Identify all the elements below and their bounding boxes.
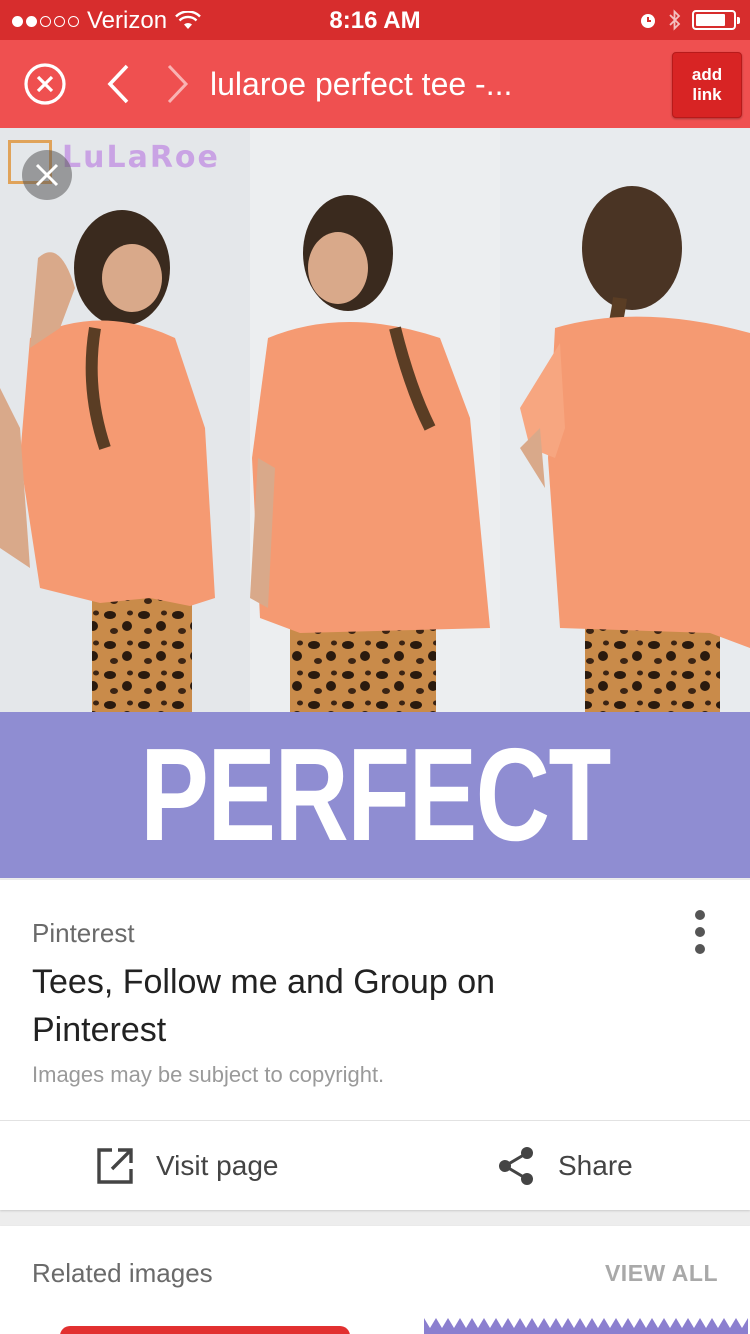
related-thumbnail[interactable] xyxy=(424,1318,748,1334)
source-site[interactable]: Pinterest xyxy=(32,918,135,949)
add-link-label-2: link xyxy=(692,85,722,104)
close-circle-icon xyxy=(24,63,66,105)
banner-text: PERFECT TEE xyxy=(140,721,611,868)
page-title: lularoe perfect tee -... xyxy=(210,66,513,102)
related-images-section: Related images VIEW ALL xyxy=(0,1226,750,1334)
visit-page-button[interactable]: Visit page xyxy=(96,1121,278,1210)
battery-icon xyxy=(692,10,740,30)
forward-button[interactable] xyxy=(158,40,198,128)
dismiss-image-button[interactable] xyxy=(22,150,72,200)
product-photo xyxy=(0,128,750,712)
related-thumbnail[interactable] xyxy=(60,1326,350,1334)
copyright-notice: Images may be subject to copyright. xyxy=(32,1062,385,1087)
chevron-right-icon xyxy=(167,64,189,104)
share-icon xyxy=(499,1146,533,1185)
lularoe-logo: LuLaRoe xyxy=(62,140,220,175)
alarm-icon xyxy=(641,14,655,28)
share-button[interactable]: Share xyxy=(496,1121,633,1210)
view-all-link[interactable]: VIEW ALL xyxy=(605,1260,718,1287)
result-title[interactable]: Tees, Follow me and Group on Pinterest xyxy=(32,958,632,1054)
visit-page-label: Visit page xyxy=(156,1149,279,1181)
image-banner: PERFECT TEE xyxy=(0,712,750,878)
bluetooth-icon xyxy=(669,9,681,31)
browser-toolbar: lularoe perfect tee -... add link xyxy=(0,40,750,128)
status-bar: Verizon 8:16 AM xyxy=(0,0,750,40)
open-in-new-icon xyxy=(97,1147,133,1184)
more-options-button[interactable] xyxy=(690,910,710,954)
share-label: Share xyxy=(558,1149,633,1181)
result-card: Pinterest Tees, Follow me and Group on P… xyxy=(0,880,750,1210)
chevron-left-icon xyxy=(107,64,129,104)
close-button[interactable] xyxy=(16,40,74,128)
related-images-title: Related images xyxy=(32,1258,213,1288)
add-link-button[interactable]: add link xyxy=(672,52,742,118)
close-icon xyxy=(35,163,59,187)
back-button[interactable] xyxy=(98,40,138,128)
image-preview[interactable]: LuLaRoe PERFECT TEE xyxy=(0,128,750,878)
add-link-label-1: add xyxy=(691,65,723,84)
